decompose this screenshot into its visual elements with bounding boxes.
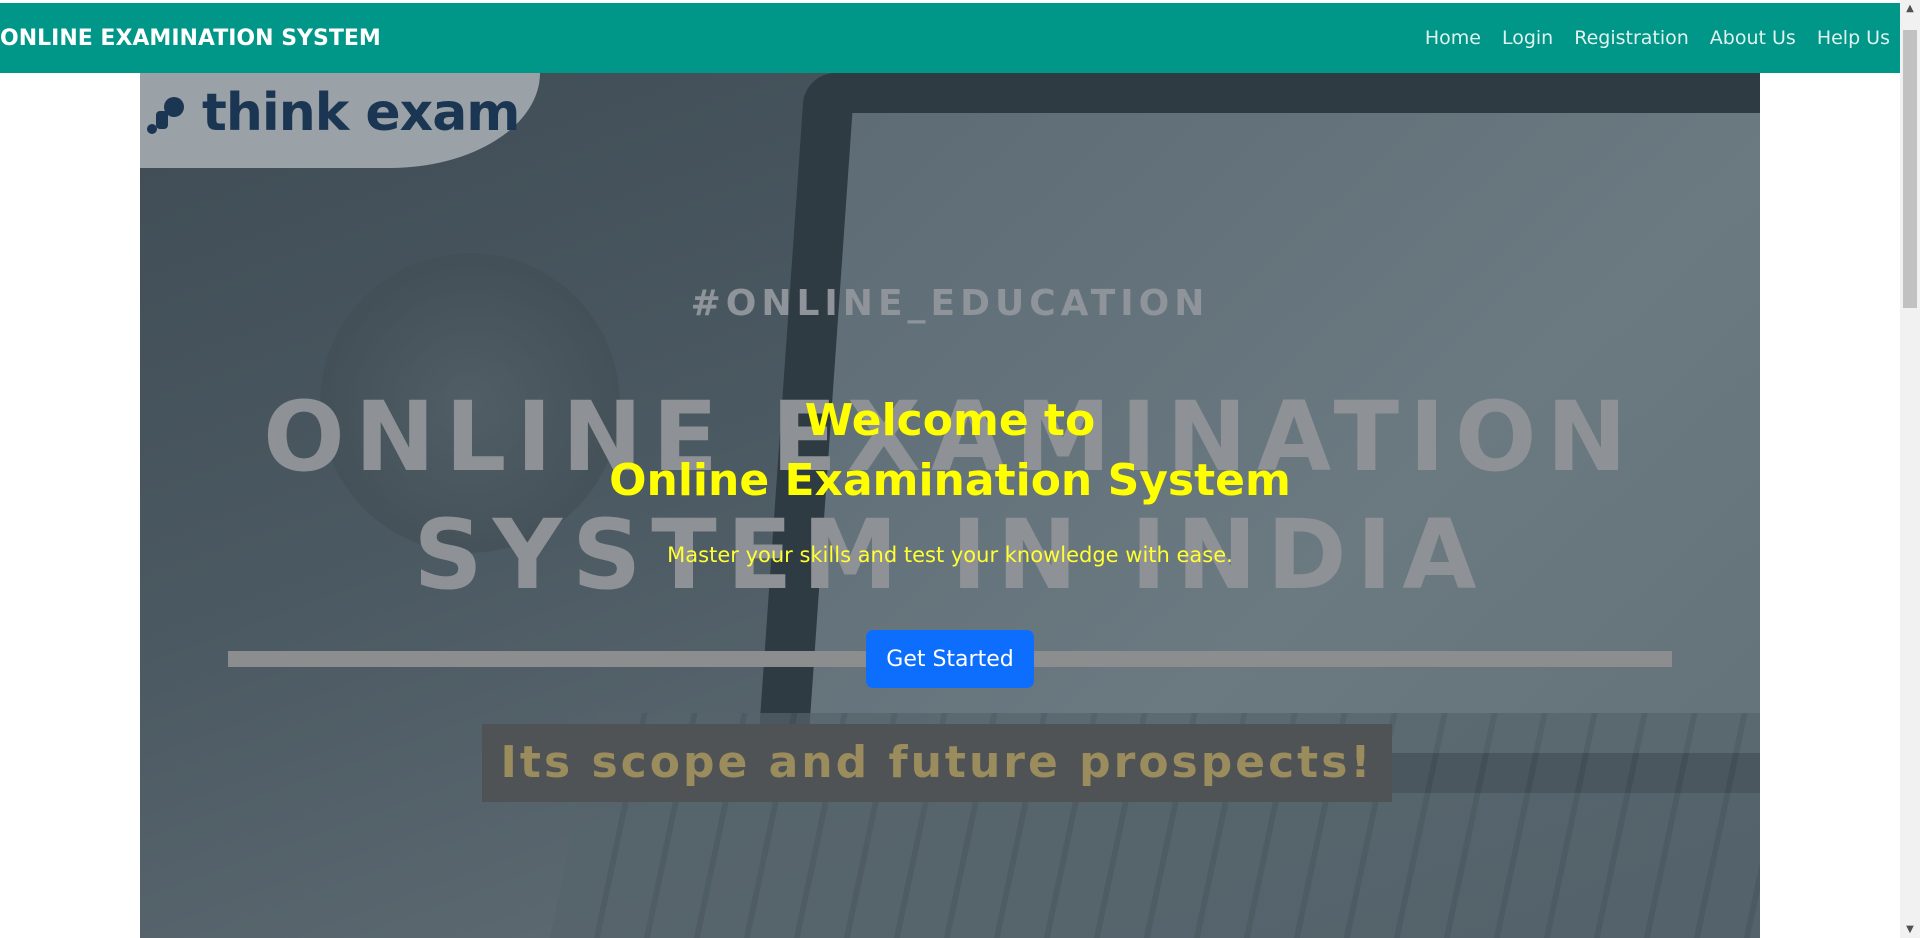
welcome-heading: Welcome to Online Examination System	[140, 391, 1760, 511]
logo-badge: think exam	[140, 73, 540, 168]
nav-link-login[interactable]: Login	[1502, 27, 1553, 49]
brand-title[interactable]: ONLINE EXAMINATION SYSTEM	[0, 26, 381, 51]
scroll-up-arrow-icon[interactable]: ▲	[1900, 0, 1920, 17]
get-started-button[interactable]: Get Started	[866, 630, 1034, 688]
welcome-line1: Welcome to	[804, 395, 1096, 446]
nav-link-home[interactable]: Home	[1425, 27, 1481, 49]
think-exam-logo-icon	[147, 97, 184, 134]
navbar: ONLINE EXAMINATION SYSTEM Home Login Reg…	[0, 3, 1900, 73]
page: ONLINE EXAMINATION SYSTEM Home Login Reg…	[0, 0, 1920, 938]
nav-link-registration[interactable]: Registration	[1574, 27, 1689, 49]
vertical-scrollbar[interactable]: ▲ ▼	[1900, 0, 1920, 938]
background-hashtag: #ONLINE_EDUCATION	[690, 283, 1210, 324]
scroll-thumb[interactable]	[1903, 30, 1917, 308]
nav-link-about-us[interactable]: About Us	[1710, 27, 1796, 49]
logo-text: think exam	[202, 83, 520, 143]
hero-banner: think exam #ONLINE_EDUCATION ONLINE EXAM…	[140, 73, 1760, 938]
nav-links: Home Login Registration About Us Help Us	[1425, 27, 1900, 49]
background-scope-text: Its scope and future prospects!	[500, 737, 1374, 788]
nav-link-help-us[interactable]: Help Us	[1817, 27, 1890, 49]
welcome-line2: Online Examination System	[609, 455, 1291, 506]
hero-subtitle: Master your skills and test your knowled…	[667, 543, 1233, 567]
scroll-down-arrow-icon[interactable]: ▼	[1900, 921, 1920, 938]
